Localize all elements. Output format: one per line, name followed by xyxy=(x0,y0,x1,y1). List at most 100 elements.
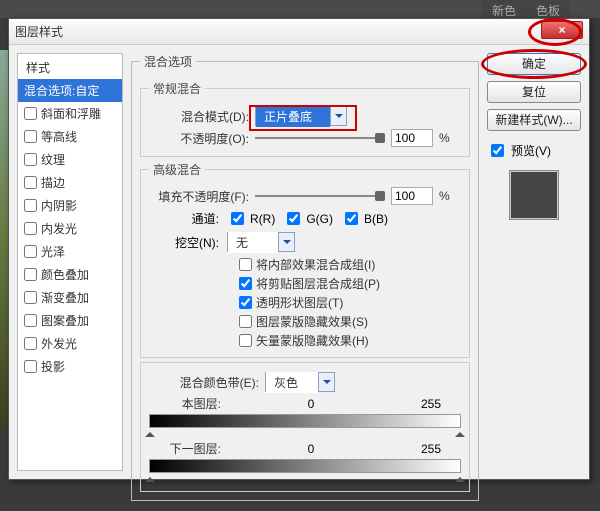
adv-option-checkbox[interactable] xyxy=(239,315,252,328)
style-item-label: 内发光 xyxy=(41,220,77,237)
opacity-label: 不透明度(O): xyxy=(149,130,249,147)
adv-option-checkbox[interactable] xyxy=(239,296,252,309)
style-item-checkbox[interactable] xyxy=(24,107,37,120)
adv-option-label: 图层蒙版隐藏效果(S) xyxy=(256,313,368,330)
adv-option[interactable]: 透明形状图层(T) xyxy=(239,294,461,311)
preview-checkbox[interactable] xyxy=(491,144,504,157)
style-item[interactable]: 描边 xyxy=(18,171,122,194)
blendif-group: 混合颜色带(E): 灰色 本图层: 0 255 xyxy=(140,362,470,492)
style-item-checkbox[interactable] xyxy=(24,130,37,143)
fill-opacity-input[interactable] xyxy=(391,187,433,205)
center-panel: 混合选项 常规混合 混合模式(D): 正片叠底 不透明度(O): xyxy=(131,53,479,471)
style-item-label: 斜面和浮雕 xyxy=(41,105,101,122)
general-blend-legend: 常规混合 xyxy=(149,80,205,97)
style-item-checkbox[interactable] xyxy=(24,199,37,212)
channel-g[interactable]: G(G) xyxy=(283,209,333,228)
style-item-label: 外发光 xyxy=(41,335,77,352)
channel-b[interactable]: B(B) xyxy=(341,209,388,228)
adv-option-label: 矢量蒙版隐藏效果(H) xyxy=(256,332,369,349)
adv-option-checkbox[interactable] xyxy=(239,277,252,290)
style-item-checkbox[interactable] xyxy=(24,291,37,304)
blendif-combo[interactable]: 灰色 xyxy=(265,372,335,392)
adv-option[interactable]: 将内部效果混合成组(I) xyxy=(239,256,461,273)
style-item-checkbox[interactable] xyxy=(24,222,37,235)
this-layer-max: 255 xyxy=(401,397,461,411)
style-item-checkbox[interactable] xyxy=(24,268,37,281)
channel-r[interactable]: R(R) xyxy=(227,209,275,228)
opacity-input[interactable] xyxy=(391,129,433,147)
style-item-checkbox[interactable] xyxy=(24,153,37,166)
style-item[interactable]: 斜面和浮雕 xyxy=(18,102,122,125)
knockout-combo[interactable]: 无 xyxy=(227,232,295,252)
channels-label: 通道: xyxy=(149,210,219,227)
chevron-down-icon xyxy=(330,107,346,125)
style-item[interactable]: 等高线 xyxy=(18,125,122,148)
style-item-label: 纹理 xyxy=(41,151,65,168)
chevron-down-icon xyxy=(318,373,334,391)
adv-option-label: 透明形状图层(T) xyxy=(256,294,343,311)
style-item-checkbox[interactable] xyxy=(24,337,37,350)
style-item[interactable]: 内阴影 xyxy=(18,194,122,217)
ok-button[interactable]: 确定 xyxy=(487,53,581,75)
preview-swatch xyxy=(509,170,559,220)
style-item-label: 颜色叠加 xyxy=(41,266,89,283)
style-item-label: 描边 xyxy=(41,174,65,191)
under-layer-label: 下一图层: xyxy=(149,440,221,457)
knockout-label: 挖空(N): xyxy=(149,234,219,251)
fill-opacity-label: 填充不透明度(F): xyxy=(149,188,249,205)
adv-option-checkbox[interactable] xyxy=(239,334,252,347)
advanced-blend-legend: 高级混合 xyxy=(149,161,205,178)
style-item-label: 等高线 xyxy=(41,128,77,145)
under-layer-max: 255 xyxy=(401,442,461,456)
styles-header: 样式 xyxy=(18,56,122,79)
adv-option-checkbox[interactable] xyxy=(239,258,252,271)
under-layer-gradient[interactable] xyxy=(149,459,461,473)
bg-tab-newcolor[interactable]: 新色 xyxy=(482,0,526,18)
titlebar: 图层样式 × xyxy=(9,19,589,45)
layer-style-dialog: 图层样式 × 样式 混合选项:自定 斜面和浮雕等高线纹理描边内阴影内发光光泽颜色… xyxy=(8,18,590,480)
new-style-button[interactable]: 新建样式(W)... xyxy=(487,109,581,131)
adv-option-label: 将内部效果混合成组(I) xyxy=(256,256,375,273)
style-item-checkbox[interactable] xyxy=(24,176,37,189)
style-item-label: 渐变叠加 xyxy=(41,289,89,306)
style-item[interactable]: 图案叠加 xyxy=(18,309,122,332)
style-item[interactable]: 颜色叠加 xyxy=(18,263,122,286)
bg-image-strip xyxy=(0,50,8,430)
style-item[interactable]: 外发光 xyxy=(18,332,122,355)
blend-mode-label: 混合模式(D): xyxy=(149,108,249,125)
knockout-value: 无 xyxy=(228,232,278,253)
cancel-button[interactable]: 复位 xyxy=(487,81,581,103)
adv-option[interactable]: 图层蒙版隐藏效果(S) xyxy=(239,313,461,330)
style-item[interactable]: 光泽 xyxy=(18,240,122,263)
style-item-label: 内阴影 xyxy=(41,197,77,214)
blend-mode-value: 正片叠底 xyxy=(256,106,330,127)
fill-opacity-slider[interactable] xyxy=(255,189,385,203)
styles-panel: 样式 混合选项:自定 斜面和浮雕等高线纹理描边内阴影内发光光泽颜色叠加渐变叠加图… xyxy=(17,53,123,471)
opacity-pct: % xyxy=(439,131,450,145)
close-button[interactable]: × xyxy=(541,21,583,39)
style-item-label: 光泽 xyxy=(41,243,65,260)
blend-mode-combo[interactable]: 正片叠底 xyxy=(255,106,347,126)
style-item[interactable]: 内发光 xyxy=(18,217,122,240)
style-item-label: 图案叠加 xyxy=(41,312,89,329)
style-item-checkbox[interactable] xyxy=(24,245,37,258)
opacity-slider[interactable] xyxy=(255,131,385,145)
style-item[interactable]: 渐变叠加 xyxy=(18,286,122,309)
style-item[interactable]: 纹理 xyxy=(18,148,122,171)
adv-option[interactable]: 矢量蒙版隐藏效果(H) xyxy=(239,332,461,349)
this-layer-gradient[interactable] xyxy=(149,414,461,428)
styles-selected[interactable]: 混合选项:自定 xyxy=(18,79,122,102)
bg-tab-swatches[interactable]: 色板 xyxy=(526,0,570,18)
adv-option-label: 将剪贴图层混合成组(P) xyxy=(256,275,380,292)
advanced-blend-group: 高级混合 填充不透明度(F): % 通道: R(R) G(G) B(B) xyxy=(140,161,470,358)
annotation-ring-close xyxy=(528,18,582,46)
adv-option[interactable]: 将剪贴图层混合成组(P) xyxy=(239,275,461,292)
blend-options-legend: 混合选项 xyxy=(140,53,196,70)
close-icon: × xyxy=(558,23,565,37)
preview-label: 预览(V) xyxy=(511,142,551,159)
style-item[interactable]: 投影 xyxy=(18,355,122,378)
chevron-down-icon xyxy=(278,233,294,251)
style-item-checkbox[interactable] xyxy=(24,314,37,327)
style-item-checkbox[interactable] xyxy=(24,360,37,373)
this-layer-min: 0 xyxy=(221,397,401,411)
